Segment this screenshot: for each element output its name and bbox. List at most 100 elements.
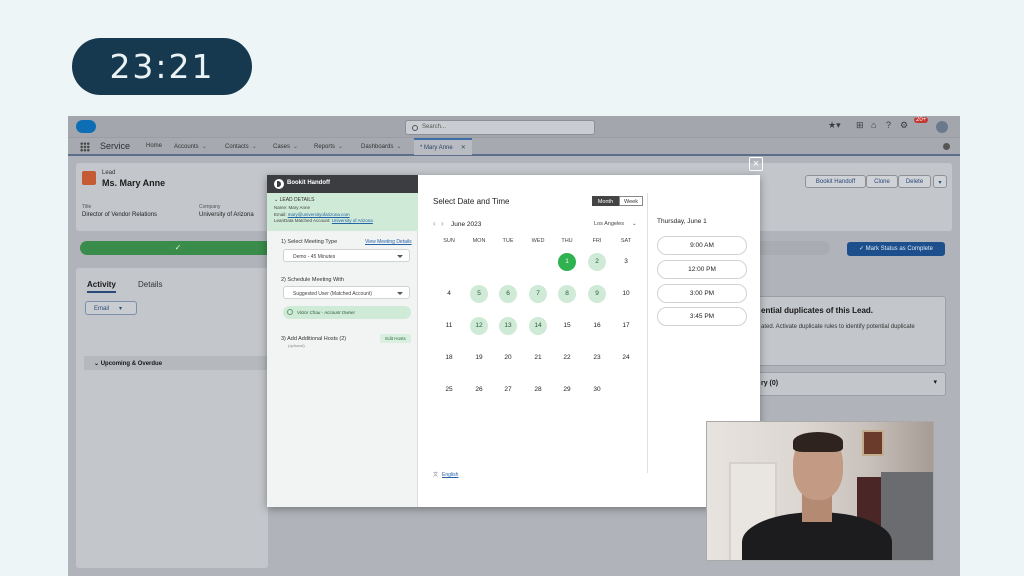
more-actions-button[interactable]: ▾	[933, 175, 947, 188]
weekday-fri: FRI	[592, 238, 602, 244]
time-slot-button[interactable]: 3:45 PM	[657, 307, 747, 326]
user-icon	[287, 309, 293, 315]
calendar-day: 25	[445, 386, 453, 393]
delete-button[interactable]: Delete	[898, 175, 931, 188]
meeting-type-select[interactable]: Demo - 45 Minutes	[283, 249, 410, 262]
time-slot-button[interactable]: 3:00 PM	[657, 284, 747, 303]
nav-cases[interactable]: Cases ⌄	[273, 143, 298, 150]
nav-reports[interactable]: Reports ⌄	[314, 143, 343, 150]
weekday-mon: MON	[472, 238, 486, 244]
upcoming-overdue-section[interactable]: ⌄ Upcoming & Overdue	[84, 356, 268, 370]
calendar-day: 15	[563, 322, 571, 329]
account-owner-chip[interactable]: Victor Chau - Account Owner	[283, 306, 411, 319]
trailhead-icon[interactable]: ⌂	[871, 120, 876, 130]
help-icon[interactable]: ?	[886, 120, 891, 130]
prev-month-icon[interactable]: ‹	[433, 219, 436, 228]
calendar-day[interactable]: 6	[499, 285, 517, 303]
related-list-card[interactable]: ry (0) ▾	[750, 372, 946, 396]
lead-details-title[interactable]: ⌄ LEAD DETAILS	[274, 197, 418, 203]
calendar-day: 19	[475, 354, 483, 361]
clone-button[interactable]: Clone	[866, 175, 898, 188]
lead-icon	[82, 171, 96, 185]
tab-details[interactable]: Details	[138, 280, 162, 289]
step3-label: 3) Add Additional Hosts (2)	[281, 336, 347, 342]
calendar-day[interactable]: 7	[529, 285, 547, 303]
video-person-hair	[793, 432, 843, 452]
user-avatar[interactable]	[936, 121, 948, 133]
calendar-day[interactable]: 14	[529, 317, 547, 335]
schedule-with-select[interactable]: Suggested User (Matched Account)	[283, 286, 410, 299]
settings-dot-icon[interactable]	[943, 143, 950, 150]
calendar-day: 4	[447, 290, 451, 297]
tab-activity[interactable]: Activity	[87, 280, 116, 293]
email-button[interactable]: Email ▾	[85, 301, 137, 315]
month-label: June 2023	[451, 221, 482, 228]
setup-gear-icon[interactable]: ⚙	[900, 120, 908, 131]
language-selector[interactable]: 文 English	[433, 471, 458, 478]
week-view-toggle[interactable]: Week	[619, 196, 643, 206]
timezone-select[interactable]: Los Angeles ⌄	[594, 221, 637, 227]
month-view-toggle[interactable]: Month	[592, 196, 619, 206]
calendar-day[interactable]: 5	[470, 285, 488, 303]
calendar-day: 24	[622, 354, 630, 361]
calendar-day[interactable]: 2	[588, 253, 606, 271]
time-slot-button[interactable]: 9:00 AM	[657, 236, 747, 255]
calendar-day[interactable]: 12	[470, 317, 488, 335]
calendar-day[interactable]: 8	[558, 285, 576, 303]
add-icon[interactable]: ⊞	[856, 120, 864, 131]
weekday-tue: TUE	[502, 238, 514, 244]
salesforce-logo	[76, 120, 96, 133]
favorites-icon[interactable]: ★▾	[828, 120, 841, 131]
calendar-day: 30	[593, 386, 601, 393]
webcam-video-feed	[706, 421, 934, 561]
calendar-day[interactable]: 9	[588, 285, 606, 303]
app-launcher-icon[interactable]	[80, 142, 90, 152]
lead-details: ⌄ LEAD DETAILS Name: Mary Anne Email: ma…	[267, 193, 418, 231]
title-label: Title	[82, 204, 92, 210]
bookit-handoff-button[interactable]: Bookit Handoff	[805, 175, 866, 188]
nav-home[interactable]: Home	[146, 143, 162, 149]
step2-label: 2) Schedule Meeting With	[281, 277, 344, 283]
duplicates-text: ated. Activate duplicate rules to identi…	[761, 324, 915, 330]
duplicates-card: ential duplicates of this Lead. ated. Ac…	[750, 296, 946, 366]
translate-icon: 文	[433, 472, 439, 478]
notification-count-badge[interactable]: 20+	[914, 117, 929, 123]
nav-accounts[interactable]: Accounts ⌄	[174, 143, 207, 150]
calendar-day: 11	[445, 322, 453, 329]
view-meeting-details-link[interactable]: View Meeting Details	[365, 239, 412, 245]
bookit-logo-icon	[274, 179, 284, 189]
nav-dashboards[interactable]: Dashboards ⌄	[361, 143, 401, 150]
dropdown-icon[interactable]: ▾	[933, 378, 937, 386]
chevron-down-icon: ⌄	[94, 361, 101, 367]
calendar-day: 18	[445, 354, 453, 361]
close-modal-button[interactable]: ×	[749, 157, 763, 171]
calendar-day: 3	[624, 258, 628, 265]
path-step-complete[interactable]: ✓	[80, 241, 276, 255]
record-type: Lead	[102, 170, 116, 176]
calendar-day: 16	[593, 322, 601, 329]
company-label: Company	[199, 204, 221, 210]
countdown-timer: 23:21	[72, 38, 252, 95]
global-search-input[interactable]: Search...	[405, 120, 595, 135]
duplicates-title: ential duplicates of this Lead.	[761, 306, 874, 315]
calendar-day: 27	[504, 386, 512, 393]
edit-hosts-button[interactable]: Edit Hosts	[380, 334, 411, 343]
weekday-thu: THU	[561, 238, 573, 244]
time-slot-button[interactable]: 12:00 PM	[657, 260, 747, 279]
video-wall-frame	[862, 430, 884, 456]
step1-label: 1) Select Meeting Type	[281, 239, 338, 245]
calendar-day[interactable]: 1	[558, 253, 576, 271]
mark-status-complete-button[interactable]: ✓ Mark Status as Complete	[847, 242, 945, 256]
weekday-sat: SAT	[620, 238, 632, 244]
calendar-day: 29	[563, 386, 571, 393]
column-divider	[647, 193, 648, 473]
weekday-sun: SUN	[443, 238, 455, 244]
weekday-wed: WED	[531, 238, 545, 244]
select-date-time-title: Select Date and Time	[433, 197, 510, 206]
nav-contacts[interactable]: Contacts ⌄	[225, 143, 257, 150]
calendar-day: 26	[475, 386, 483, 393]
next-month-icon[interactable]: ›	[441, 219, 444, 228]
calendar-day[interactable]: 13	[499, 317, 517, 335]
salesforce-nav-bar: Service Home Accounts ⌄ Contacts ⌄ Cases ⌄ …	[68, 138, 960, 156]
tab-mary-anne[interactable]: * Mary Anne ✕	[414, 138, 472, 155]
